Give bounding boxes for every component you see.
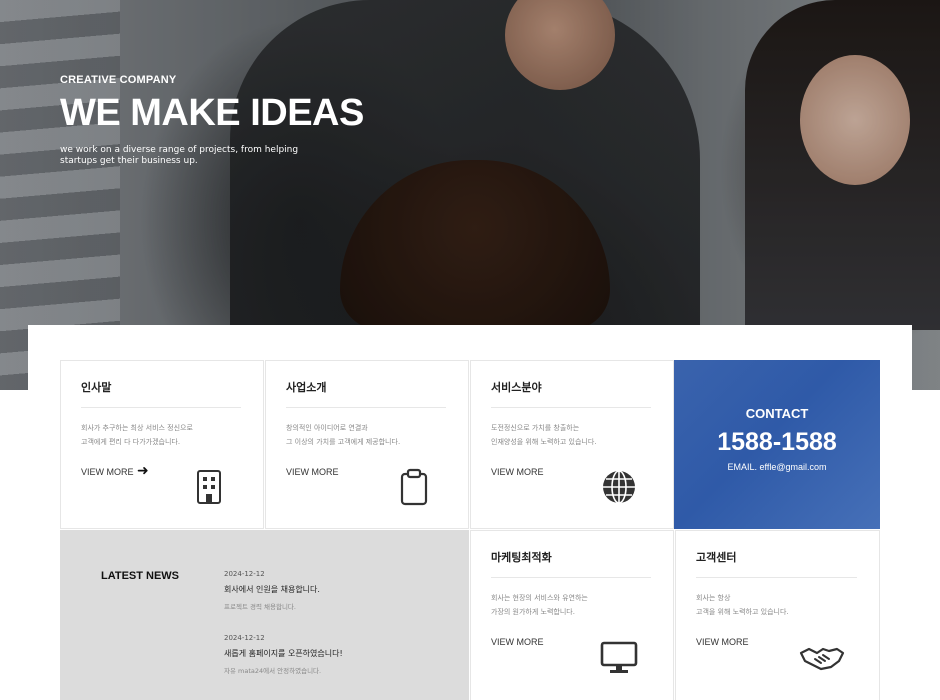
hero-description: we work on a diverse range of projects, …	[60, 145, 299, 166]
card-desc-line: 창의적인 아이디어로 연결과	[286, 424, 368, 432]
news-item[interactable]: 2024-12-12 새롭게 홈페이지를 오픈하였습니다! 자유 mata24에…	[224, 634, 454, 675]
card-description: 회사는 항상 고객을 위해 노력하고 있습니다.	[696, 591, 789, 619]
clipboard-icon	[400, 468, 428, 506]
view-more-link[interactable]: VIEW MORE	[696, 637, 749, 647]
contact-label: CONTACT	[745, 406, 809, 421]
contact-email[interactable]: EMAIL. effle@gmail.com	[674, 462, 880, 472]
globe-icon	[603, 470, 635, 504]
card-desc-line: 회사가 추구하는 최상 서비스 정신으로	[81, 424, 193, 432]
card-greeting[interactable]: 인사말 회사가 추구하는 최상 서비스 정신으로 고객에게 편리 다 다가가겠습…	[60, 360, 264, 529]
card-customer-center[interactable]: 고객센터 회사는 항상 고객을 위해 노력하고 있습니다. VIEW MORE	[675, 530, 880, 700]
card-description: 회사가 추구하는 최상 서비스 정신으로 고객에게 편리 다 다가가겠습니다.	[81, 421, 193, 449]
card-desc-line: 회사는 항상	[696, 594, 731, 602]
contact-box[interactable]: CONTACT 1588-1588 EMAIL. effle@gmail.com	[674, 360, 880, 529]
handshake-icon	[799, 647, 845, 671]
news-summary: 자유 mata24에서 안정하였습니다.	[224, 667, 322, 675]
news-headline[interactable]: 회사에서 인원을 채용합니다.	[224, 584, 454, 595]
card-title: 인사말	[81, 381, 112, 394]
card-business[interactable]: 사업소개 창의적인 아이디어로 연결과 그 이상의 가치를 고객에게 제공합니다…	[265, 360, 469, 529]
service-grid: 인사말 회사가 추구하는 최상 서비스 정신으로 고객에게 편리 다 다가가겠습…	[60, 360, 880, 700]
latest-news-section: LATEST NEWS 2024-12-12 회사에서 인원을 채용합니다. 프…	[60, 530, 469, 700]
card-divider	[696, 577, 857, 578]
monitor-icon	[600, 641, 638, 673]
view-more-link[interactable]: VIEW MORE	[286, 467, 339, 477]
news-date: 2024-12-12	[224, 634, 265, 642]
arrow-right-icon[interactable]: ➜	[137, 464, 149, 478]
building-icon	[197, 470, 221, 504]
card-description: 창의적인 아이디어로 연결과 그 이상의 가치를 고객에게 제공합니다.	[286, 421, 400, 449]
news-title: LATEST NEWS	[101, 570, 180, 582]
card-desc-line: 회사는 현장의 서비스와 유연하는	[491, 594, 588, 602]
card-divider	[286, 407, 446, 408]
hero-subtitle: CREATIVE COMPANY	[60, 74, 177, 86]
card-divider	[491, 407, 651, 408]
news-item[interactable]: 2024-12-12 회사에서 인원을 채용합니다. 프로젝트 경력 채용합니다…	[224, 570, 454, 611]
hero-title: WE MAKE IDEAS	[60, 92, 364, 134]
card-description: 회사는 현장의 서비스와 유연하는 가장의 원가하게 노력합니다.	[491, 591, 588, 619]
card-service[interactable]: 서비스분야 도전정신으로 가치를 창출하는 인재양성을 위해 노력하고 있습니다…	[470, 360, 674, 529]
card-desc-line: 고객을 위해 노력하고 있습니다.	[696, 608, 789, 616]
card-title: 마케팅최적화	[491, 551, 552, 564]
hero-text-block: CREATIVE COMPANY WE MAKE IDEAS we work o…	[60, 74, 364, 167]
contact-phone[interactable]: 1588-1588	[674, 428, 880, 457]
card-desc-line: 가장의 원가하게 노력합니다.	[491, 608, 575, 616]
card-desc-line: 인재양성을 위해 노력하고 있습니다.	[491, 438, 597, 446]
card-title: 서비스분야	[491, 381, 542, 394]
view-more-link[interactable]: VIEW MORE	[81, 467, 134, 477]
card-divider	[81, 407, 241, 408]
news-headline[interactable]: 새롭게 홈페이지를 오픈하였습니다!	[224, 648, 454, 659]
view-more-link[interactable]: VIEW MORE	[491, 467, 544, 477]
view-more-link[interactable]: VIEW MORE	[491, 637, 544, 647]
card-desc-line: 도전정신으로 가치를 창출하는	[491, 424, 580, 432]
card-desc-line: 고객에게 편리 다 다가가겠습니다.	[81, 438, 181, 446]
card-title: 사업소개	[286, 381, 327, 394]
news-summary: 프로젝트 경력 채용합니다.	[224, 603, 296, 611]
card-title: 고객센터	[696, 551, 737, 564]
news-date: 2024-12-12	[224, 570, 265, 578]
card-desc-line: 그 이상의 가치를 고객에게 제공합니다.	[286, 438, 401, 446]
card-description: 도전정신으로 가치를 창출하는 인재양성을 위해 노력하고 있습니다.	[491, 421, 597, 449]
card-divider	[491, 577, 651, 578]
card-marketing[interactable]: 마케팅최적화 회사는 현장의 서비스와 유연하는 가장의 원가하게 노력합니다.…	[470, 530, 674, 700]
